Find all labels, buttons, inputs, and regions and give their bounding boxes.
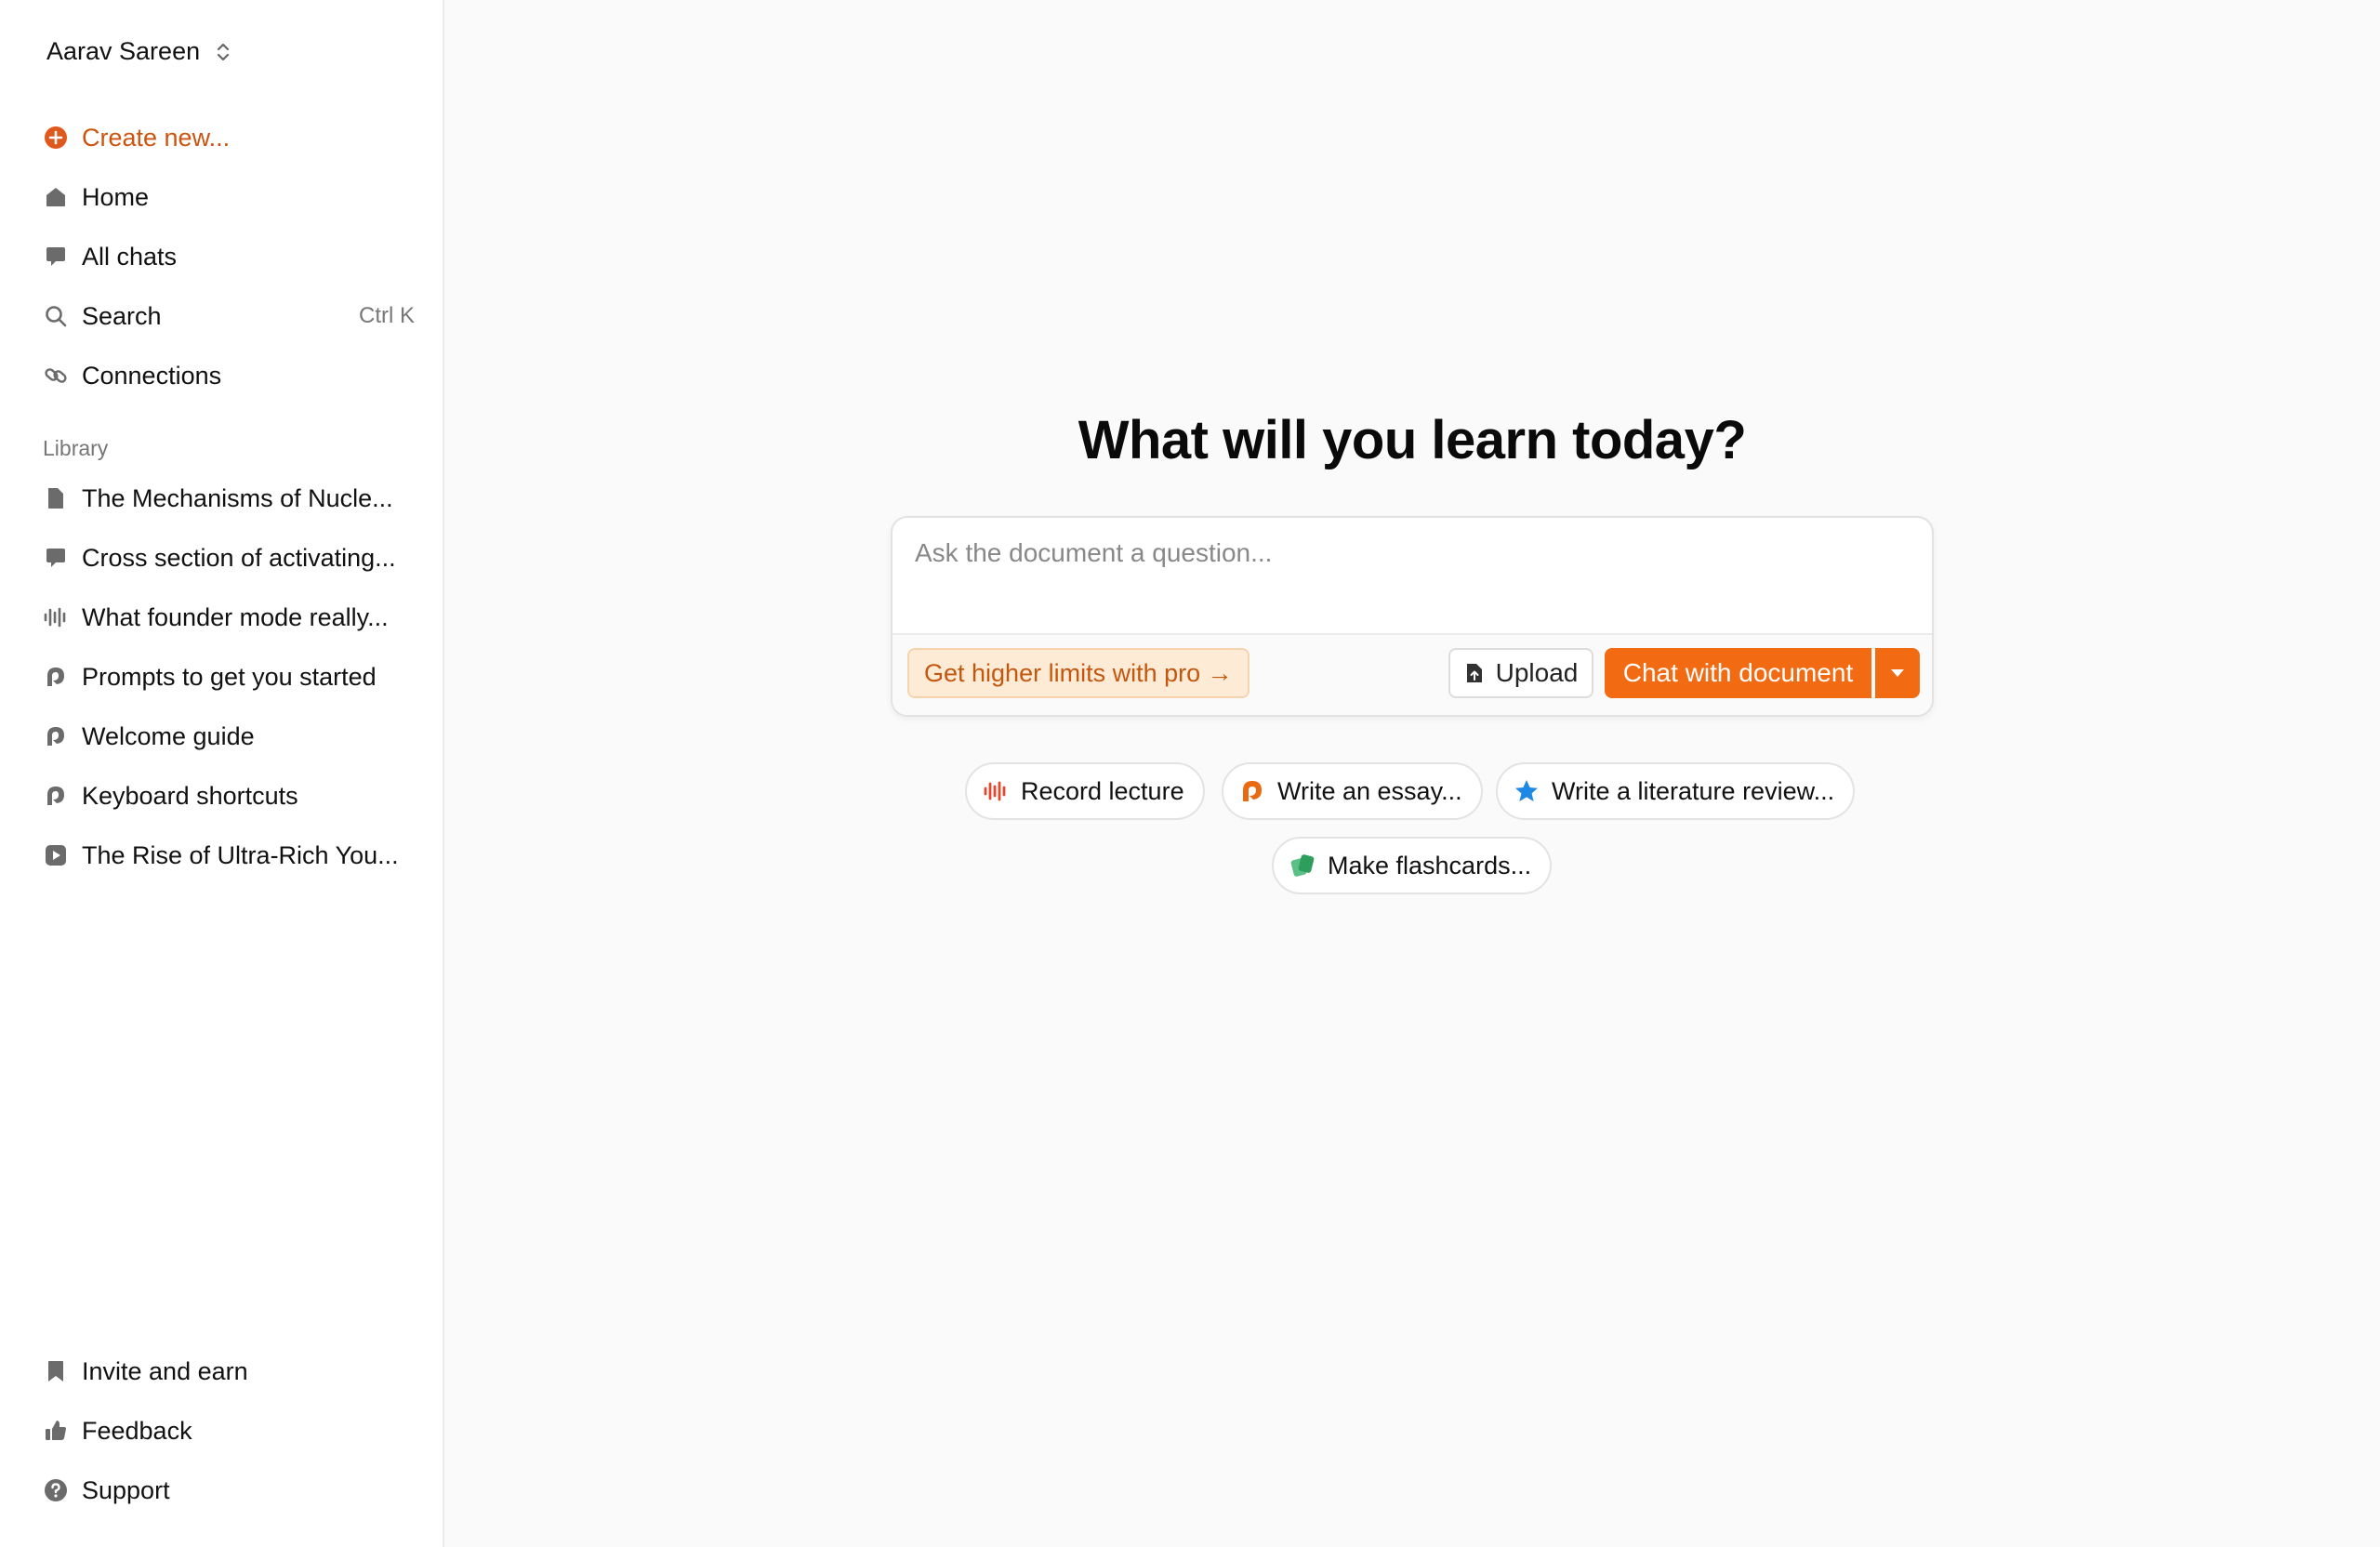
- library-item[interactable]: What founder mode really...: [43, 588, 415, 647]
- library-item[interactable]: Keyboard shortcuts: [43, 766, 415, 826]
- chat-with-document-button[interactable]: Chat with document: [1605, 648, 1871, 698]
- note-icon: [43, 783, 69, 809]
- audio-wave-icon: [43, 604, 69, 630]
- library-item-label: The Mechanisms of Nucle...: [82, 483, 393, 512]
- create-new-label: Create new...: [82, 123, 231, 152]
- bookmark-icon: [43, 1358, 69, 1384]
- document-icon: [43, 485, 69, 511]
- chevron-up-down-icon: [218, 43, 230, 60]
- plus-circle-icon: [43, 125, 69, 151]
- nav-item-label: Home: [82, 182, 150, 211]
- nav-item-home[interactable]: Home: [43, 167, 415, 227]
- library-item-label: Keyboard shortcuts: [82, 781, 298, 810]
- create-new-button[interactable]: Create new...: [43, 108, 415, 167]
- account-switcher[interactable]: Aarav Sareen: [46, 37, 233, 66]
- chat-icon: [43, 545, 69, 571]
- library-item[interactable]: Welcome guide: [43, 707, 415, 766]
- chat-options-dropdown[interactable]: [1875, 648, 1920, 698]
- library-item[interactable]: Prompts to get you started: [43, 647, 415, 707]
- nav-item-label: Search: [82, 301, 162, 330]
- nav-item-label: Connections: [82, 361, 222, 390]
- library-item[interactable]: Cross section of activating...: [43, 528, 415, 588]
- primary-nav: Create new... Home All chats Search Ctrl…: [43, 108, 415, 405]
- caret-down-icon: [1891, 669, 1904, 677]
- nav-item-label: Invite and earn: [82, 1356, 248, 1385]
- library-item[interactable]: The Mechanisms of Nucle...: [43, 469, 415, 528]
- video-icon: [43, 842, 69, 868]
- chat-icon: [43, 244, 69, 270]
- library-item[interactable]: The Rise of Ultra-Rich You...: [43, 826, 415, 885]
- footer-nav: Invite and earn Feedback Support: [43, 1342, 415, 1520]
- chip-label: Make flashcards...: [1328, 851, 1532, 879]
- nav-item-label: Feedback: [82, 1416, 192, 1445]
- nav-item-connections[interactable]: Connections: [43, 346, 415, 405]
- app-root: Aarav Sareen Create new... Home All chat…: [0, 0, 2380, 1547]
- help-circle-icon: [43, 1477, 69, 1503]
- chip-label: Write a literature review...: [1552, 776, 1835, 805]
- library-title: Library: [43, 435, 109, 460]
- nav-item-label: Support: [82, 1475, 170, 1504]
- chip-label: Write an essay...: [1277, 776, 1462, 805]
- home-icon: [43, 184, 69, 210]
- flashcards-icon: [1290, 854, 1315, 877]
- write-essay-chip[interactable]: Write an essay...: [1222, 762, 1483, 820]
- library-item-label: Prompts to get you started: [82, 662, 377, 691]
- upload-button[interactable]: Upload: [1448, 648, 1593, 698]
- composer: Get higher limits with pro → Upload Chat…: [891, 516, 1934, 717]
- library-section: Library The Mechanisms of Nucle... Cross…: [43, 428, 415, 885]
- library-item-label: What founder mode really...: [82, 602, 389, 631]
- question-input[interactable]: [892, 518, 1932, 637]
- search-shortcut-hint: Ctrl K: [359, 303, 415, 328]
- library-item-label: Welcome guide: [82, 721, 255, 750]
- star-icon: [1515, 780, 1538, 801]
- nav-item-invite[interactable]: Invite and earn: [43, 1342, 415, 1401]
- upgrade-pro-button[interactable]: Get higher limits with pro →: [907, 648, 1250, 698]
- thumbs-up-icon: [43, 1418, 69, 1444]
- composer-toolbar: Get higher limits with pro → Upload Chat…: [892, 633, 1932, 715]
- search-icon: [43, 303, 69, 329]
- chip-label: Record lecture: [1021, 776, 1184, 805]
- nav-item-search[interactable]: Search Ctrl K: [43, 286, 415, 346]
- note-icon: [43, 664, 69, 690]
- main-content: What will you learn today? Get higher li…: [444, 0, 2380, 1547]
- note-icon: [43, 723, 69, 749]
- user-name: Aarav Sareen: [46, 37, 201, 65]
- nav-item-support[interactable]: Support: [43, 1461, 415, 1520]
- record-lecture-chip[interactable]: Record lecture: [965, 762, 1205, 820]
- library-item-label: The Rise of Ultra-Rich You...: [82, 840, 399, 869]
- audio-wave-icon: [984, 781, 1006, 801]
- note-icon: [1243, 781, 1262, 801]
- upload-file-icon: [1466, 664, 1482, 682]
- nav-item-label: All chats: [82, 242, 178, 271]
- literature-review-chip[interactable]: Write a literature review...: [1496, 762, 1856, 820]
- nav-item-feedback[interactable]: Feedback: [43, 1401, 415, 1461]
- nav-item-all-chats[interactable]: All chats: [43, 227, 415, 286]
- sidebar: Aarav Sareen Create new... Home All chat…: [0, 0, 444, 1547]
- make-flashcards-chip[interactable]: Make flashcards...: [1272, 837, 1553, 894]
- library-item-label: Cross section of activating...: [82, 543, 396, 572]
- page-title: What will you learn today?: [1078, 410, 1747, 470]
- upload-label: Upload: [1495, 658, 1579, 687]
- link-icon: [43, 363, 69, 389]
